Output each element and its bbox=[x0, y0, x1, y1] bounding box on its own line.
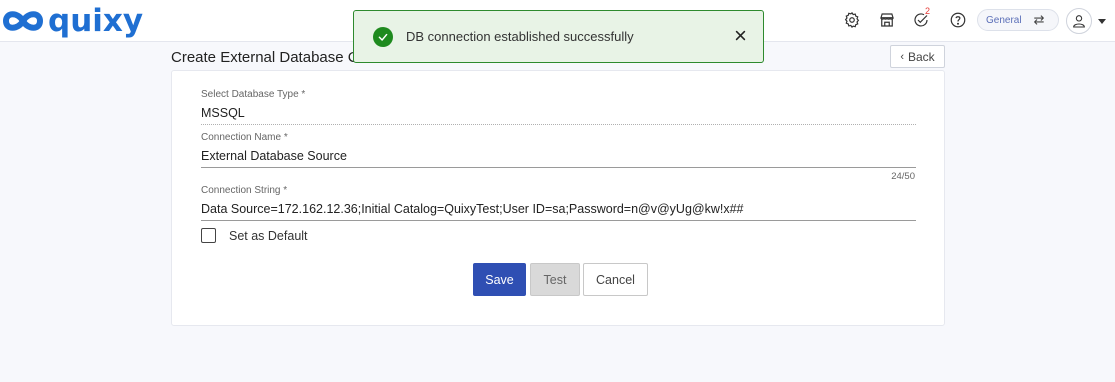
character-counter: 24/50 bbox=[891, 171, 915, 182]
save-button[interactable]: Save bbox=[473, 263, 526, 296]
database-type-value: MSSQL bbox=[201, 106, 245, 120]
database-type-underline bbox=[201, 124, 916, 125]
checkbox-box[interactable] bbox=[201, 228, 216, 243]
form-card: Select Database Type * MSSQL Connection … bbox=[171, 70, 945, 326]
quixy-logo[interactable]: quixy bbox=[0, 4, 143, 38]
chevron-down-icon bbox=[1098, 18, 1106, 24]
user-menu[interactable] bbox=[1066, 8, 1112, 34]
cancel-button[interactable]: Cancel bbox=[583, 263, 648, 296]
connection-name-label: Connection Name * bbox=[201, 132, 288, 143]
tasks-badge: 2 bbox=[925, 6, 931, 16]
connection-string-underline bbox=[201, 220, 916, 221]
help-icon[interactable] bbox=[948, 10, 968, 30]
close-icon[interactable] bbox=[733, 28, 747, 42]
store-icon[interactable] bbox=[877, 10, 897, 30]
swap-icon: ⇄ bbox=[1033, 12, 1045, 27]
settings-icon[interactable] bbox=[842, 10, 862, 30]
tasks-icon[interactable]: 2 bbox=[911, 6, 931, 30]
workspace-switcher[interactable]: General ⇄ bbox=[977, 9, 1059, 31]
database-type-label: Select Database Type * bbox=[201, 89, 306, 100]
database-type-select[interactable]: Select Database Type * MSSQL bbox=[201, 89, 916, 125]
quixy-logo-mark-icon bbox=[2, 11, 44, 31]
page-title: Create External Database C bbox=[171, 49, 359, 66]
connection-name-field[interactable]: Connection Name * External Database Sour… bbox=[201, 132, 916, 168]
test-button[interactable]: Test bbox=[530, 263, 580, 296]
connection-string-value: Data Source=172.162.12.36;Initial Catalo… bbox=[201, 202, 744, 216]
connection-string-field[interactable]: Connection String * Data Source=172.162.… bbox=[201, 185, 916, 221]
success-toast: DB connection established successfully bbox=[353, 10, 764, 63]
chevron-left-icon: ‹ bbox=[900, 50, 904, 63]
workspace-name: General bbox=[986, 14, 1022, 26]
user-avatar-icon bbox=[1066, 8, 1092, 34]
check-circle-icon bbox=[373, 26, 393, 47]
logo-text: quixy bbox=[48, 3, 144, 39]
connection-string-label: Connection String * bbox=[201, 185, 288, 196]
set-default-checkbox[interactable]: Set as Default bbox=[201, 228, 308, 243]
back-label: Back bbox=[907, 49, 935, 64]
back-button[interactable]: ‹ Back bbox=[890, 45, 945, 68]
toast-message: DB connection established successfully bbox=[406, 29, 634, 44]
set-default-label: Set as Default bbox=[229, 228, 308, 243]
connection-name-underline bbox=[201, 167, 916, 168]
connection-name-value: External Database Source bbox=[201, 149, 347, 163]
